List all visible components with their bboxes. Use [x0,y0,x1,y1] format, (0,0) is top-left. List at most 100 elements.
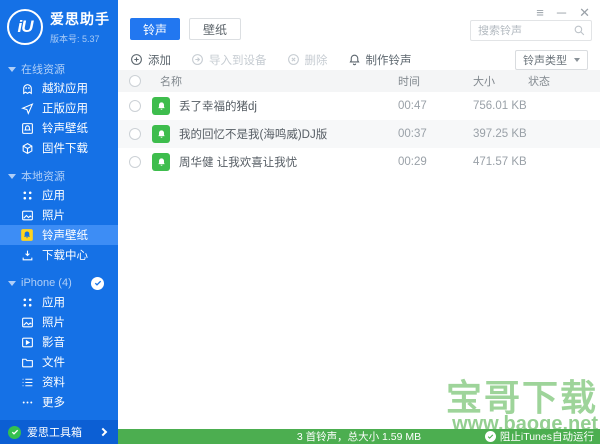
sidebar-item-genuine-apps[interactable]: 正版应用 [0,98,118,118]
row-checkbox[interactable] [129,156,141,168]
search-box [470,20,592,41]
sidebar-section-iphone[interactable]: iPhone (4) [0,274,118,292]
ringtone-name: 我的回忆不是我(海鸣威)DJ版 [179,129,328,141]
grid-icon [20,188,34,202]
main-panel: ≡ ─ ✕ 铃声 壁纸 添加 导入到设备 删除 [118,0,600,444]
ringtone-size: 397.25 KB [473,128,527,140]
watermark: 宝哥下载 www.baoge.net [446,380,598,435]
window-controls: ≡ ─ ✕ [536,6,590,19]
app-logo-icon: iU [7,9,43,45]
caret-down-icon [8,280,16,286]
close-icon[interactable]: ✕ [579,6,590,19]
chevron-right-icon [98,427,108,437]
sidebar-item-device-media[interactable]: 影音 [0,332,118,352]
menu-icon[interactable]: ≡ [536,6,544,19]
sidebar-item-ringtone-wallpaper-local[interactable]: 铃声壁纸 [0,225,118,245]
app-window: iU 爱思助手 版本号: 5.37 在线资源 越狱应用 正版应用 铃声壁纸 固件… [0,0,600,444]
header-status[interactable]: 状态 [528,73,600,89]
ringtone-file-icon [152,97,170,115]
sidebar-item-local-apps[interactable]: 应用 [0,185,118,205]
sidebar-item-firmware-download[interactable]: 固件下载 [0,138,118,158]
toolbox-check-icon [8,425,21,439]
sidebar-item-label: 正版应用 [42,103,88,115]
sidebar-item-label: 应用 [42,297,65,309]
ringtone-type-dropdown[interactable]: 铃声类型 [515,49,588,70]
app-logo: iU 爱思助手 版本号: 5.37 [0,0,118,51]
list-icon [20,375,34,389]
make-ringtone-button[interactable]: 制作铃声 [348,52,412,68]
sidebar-item-download-center[interactable]: 下载中心 [0,245,118,265]
import-circle-icon [192,54,203,65]
ringtone-size: 756.01 KB [473,100,527,112]
photo-icon [20,208,34,222]
sidebar: iU 爱思助手 版本号: 5.37 在线资源 越狱应用 正版应用 铃声壁纸 固件… [0,0,118,444]
sidebar-item-label: 更多 [42,397,65,409]
minimize-icon[interactable]: ─ [557,6,566,19]
caret-down-icon [8,173,16,179]
delete-button[interactable]: 删除 [287,52,328,68]
sidebar-item-device-photos[interactable]: 照片 [0,312,118,332]
bell-yellow-icon [20,228,34,242]
sidebar-item-device-files[interactable]: 文件 [0,352,118,372]
bell-square-icon [20,121,34,135]
block-itunes-label: 阻止iTunes自动运行 [499,431,594,443]
delete-button-label: 删除 [304,54,328,67]
section-label: 在线资源 [21,64,65,76]
app-version: 版本号: 5.37 [50,34,100,44]
sidebar-item-label: 下载中心 [42,250,88,262]
import-button-label: 导入到设备 [209,54,267,67]
sidebar-item-label: 文件 [42,357,65,369]
row-checkbox[interactable] [129,100,141,112]
row-checkbox[interactable] [129,128,141,140]
chevron-down-icon [574,57,580,62]
ringtone-file-icon [152,153,170,171]
table-row[interactable]: 我的回忆不是我(海鸣威)DJ版 00:37 397.25 KB [118,120,600,148]
content-tabs: 铃声 壁纸 [130,18,242,40]
sidebar-item-ringtone-wallpaper-online[interactable]: 铃声壁纸 [0,118,118,138]
tab-wallpaper[interactable]: 壁纸 [189,18,242,40]
search-input[interactable] [471,24,573,37]
folder-icon [20,355,34,369]
table-header: 名称 时间 大小 状态 [118,70,600,92]
bell-icon [348,54,360,66]
sidebar-item-device-apps[interactable]: 应用 [0,292,118,312]
sidebar-toolbox-button[interactable]: 爱思工具箱 [0,420,118,444]
sidebar-item-jailbreak-apps[interactable]: 越狱应用 [0,78,118,98]
ringtone-time: 00:29 [398,156,427,168]
sidebar-item-label: 影音 [42,337,65,349]
add-button[interactable]: 添加 [130,52,171,68]
make-ringtone-label: 制作铃声 [365,54,412,67]
sidebar-item-device-info[interactable]: 资料 [0,372,118,392]
sidebar-section-online[interactable]: 在线资源 [0,60,118,78]
ringtone-table: 名称 时间 大小 状态 丢了幸福的猪dj 00:47 756.01 KB 我的回… [118,70,600,176]
sidebar-item-device-more[interactable]: 更多 [0,392,118,412]
block-itunes-toggle[interactable]: 阻止iTunes自动运行 [484,429,594,444]
search-icon[interactable] [573,24,586,37]
photo-icon [20,315,34,329]
table-row[interactable]: 周华健 让我欢喜让我忧 00:29 471.57 KB [118,148,600,176]
toolbox-label: 爱思工具箱 [27,427,82,439]
ringtone-name: 丢了幸福的猪dj [179,101,257,113]
caret-down-icon [8,66,16,72]
ringtone-time: 00:47 [398,100,427,112]
import-to-device-button[interactable]: 导入到设备 [191,52,267,68]
app-title: 爱思助手 [50,11,110,27]
sidebar-item-local-photos[interactable]: 照片 [0,205,118,225]
media-icon [20,335,34,349]
more-dots-icon [20,395,34,409]
ringtone-type-label: 铃声类型 [523,54,567,67]
device-connected-check-icon [91,276,104,290]
grid-icon [20,295,34,309]
tab-ringtone[interactable]: 铃声 [130,18,181,40]
ringtone-name: 周华健 让我欢喜让我忧 [179,157,298,169]
sidebar-section-local[interactable]: 本地资源 [0,167,118,185]
table-row[interactable]: 丢了幸福的猪dj 00:47 756.01 KB [118,92,600,120]
header-time[interactable]: 时间 [398,73,473,89]
add-circle-icon [131,54,142,65]
select-all-checkbox[interactable] [129,75,141,87]
header-size[interactable]: 大小 [473,73,528,89]
header-name[interactable]: 名称 [152,73,398,89]
ghost-app-icon [20,81,34,95]
section-label: 本地资源 [21,171,65,183]
add-button-label: 添加 [148,54,171,67]
